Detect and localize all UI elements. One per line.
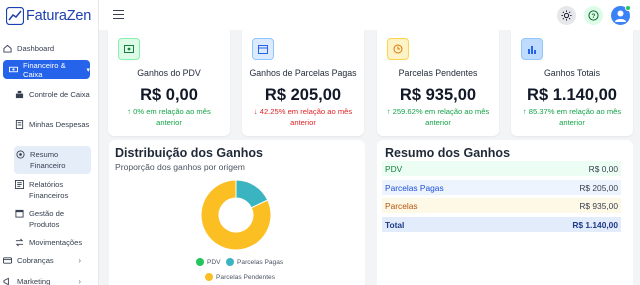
transfer-icon [15,238,24,247]
summary-row-parcelas-pagas: Parcelas Pagas R$ 205,00 [382,180,621,195]
card-value: R$ 205,00 [264,86,342,104]
sidebar-item-minhas-despesas[interactable]: Minhas Despesas [15,119,92,130]
sidebar-item-marketing[interactable]: Marketing › [3,277,91,285]
sidebar-group-label: Financeiro & Caixa [23,60,66,79]
sidebar-item-label: Resumo Financeiro [30,150,66,170]
receipt-icon [15,120,24,129]
card-value: R$ 1.140,00 [527,86,617,104]
menu-icon[interactable] [113,10,124,19]
sidebar-item-label: Minhas Despesas [29,120,90,129]
app-name: FaturaZen [26,8,92,24]
card-value: R$ 0,00 [140,86,198,104]
legend-swatch [196,258,204,266]
chevron-down-icon: ▾ [86,66,90,74]
sidebar-item-label: Gestão de Produtos [29,209,65,229]
sidebar-item-relatorios[interactable]: Relatórios Financeiros [15,179,92,201]
summary-value: R$ 935,00 [579,200,618,211]
legend-item-parcelas-pendentes[interactable]: Parcelas Pendentes [205,273,275,281]
report-icon [15,180,24,189]
distribution-title: Distribuição dos Ganhos [115,146,263,160]
legend-label: PDV [207,258,221,266]
theme-toggle-button[interactable] [557,6,576,25]
legend-item-pdv[interactable]: PDV [196,258,221,266]
home-icon [3,44,12,53]
summary-row-parcelas: Parcelas R$ 935,00 [382,198,621,213]
summary-label: Parcelas Pagas [385,182,444,193]
help-button[interactable]: ? [584,6,603,25]
summary-value: R$ 1.140,00 [572,219,618,230]
chevron-right-icon: › [78,256,81,265]
summary-row-pdv: PDV R$ 0,00 [382,161,621,176]
card-delta: ↑ 0% em relação ao mês anterior [127,107,211,127]
help-icon: ? [588,10,599,21]
legend-label: Parcelas Pagas [237,258,284,266]
distribution-subtitle: Proporção dos ganhos por origem [115,162,245,172]
summary-panel: Resumo dos Ganhos PDV R$ 0,00 Parcelas P… [377,140,633,285]
sidebar: FaturaZen Dashboard Financeiro & Caixa ▾… [0,0,99,285]
sun-icon [561,10,572,21]
sidebar-item-label: Relatórios Financeiros [29,180,69,200]
box-icon [15,209,24,218]
card-title: Ganhos de Parcelas Pagas [249,68,357,78]
register-icon [15,90,24,99]
summary-label: PDV [385,163,403,174]
chart-icon [521,38,543,60]
sidebar-item-label: Cobranças [17,256,54,265]
wallet-icon [252,38,274,60]
sidebar-item-label: Dashboard [17,44,55,53]
distribution-panel: Distribuição dos Ganhos Proporção dos ga… [109,140,365,285]
summary-label: Parcelas [385,200,418,211]
online-status-badge [625,5,631,11]
legend-item-parcelas-pagas[interactable]: Parcelas Pagas [226,258,283,266]
legend-swatch [226,258,234,266]
sidebar-item-label: Marketing [17,277,51,285]
legend-label: Parcelas Pendentes [216,273,276,281]
summary-row-total: Total R$ 1.140,00 [382,217,621,232]
sidebar-item-label: Controle de Caixa [29,90,90,99]
sidebar-item-label: Movimentações [29,238,83,247]
card-delta: ↓ 42.25% em relação ao mês anterior [253,107,353,127]
clock-icon [387,38,409,60]
sidebar-item-controle-caixa[interactable]: Controle de Caixa [15,89,92,100]
cash-icon [9,65,18,74]
distribution-donut-chart[interactable] [199,178,273,252]
card-delta: ↑ 259.62% em relação ao mês anterior [386,107,490,127]
sidebar-item-cobrancas[interactable]: Cobranças › [3,256,91,265]
logo-icon [6,7,24,25]
stat-card-parcelas-pendentes: Parcelas Pendentes R$ 935,00 ↑ 259.62% e… [377,30,499,136]
card-icon [3,256,12,265]
stat-card-parcelas-pagas: Ganhos de Parcelas Pagas R$ 205,00 ↓ 42.… [242,30,364,136]
sidebar-item-resumo-financeiro[interactable]: Resumo Financeiro [14,146,91,174]
card-value: R$ 935,00 [399,86,477,104]
card-delta: ↑ 85.37% em relação ao mês anterior [522,107,622,127]
target-icon [16,150,25,159]
card-title: Ganhos Totais [543,68,601,78]
sidebar-group-financeiro[interactable]: Financeiro & Caixa ▾ [3,60,90,79]
legend-swatch [205,273,213,281]
sidebar-item-movimentacoes[interactable]: Movimentações [15,237,92,248]
top-bar: ? [99,0,640,30]
summary-value: R$ 205,00 [579,182,618,193]
chevron-right-icon: › [78,277,81,285]
summary-label: Total [385,219,405,230]
summary-value: R$ 0,00 [588,163,618,174]
money-icon [118,38,140,60]
stat-card-ganhos-totais: Ganhos Totais R$ 1.140,00 ↑ 85.37% em re… [511,30,633,136]
svg-text:?: ? [592,13,596,20]
stat-card-ganhos-pdv: Ganhos do PDV R$ 0,00 ↑ 0% em relação ao… [108,30,230,136]
summary-title: Resumo dos Ganhos [385,146,511,160]
sidebar-item-gestao-produtos[interactable]: Gestão de Produtos [15,208,92,230]
card-title: Parcelas Pendentes [398,68,478,78]
card-title: Ganhos do PDV [137,68,201,78]
app-logo[interactable]: FaturaZen [6,6,91,26]
megaphone-icon [3,277,12,285]
sidebar-item-dashboard[interactable]: Dashboard [3,44,91,53]
